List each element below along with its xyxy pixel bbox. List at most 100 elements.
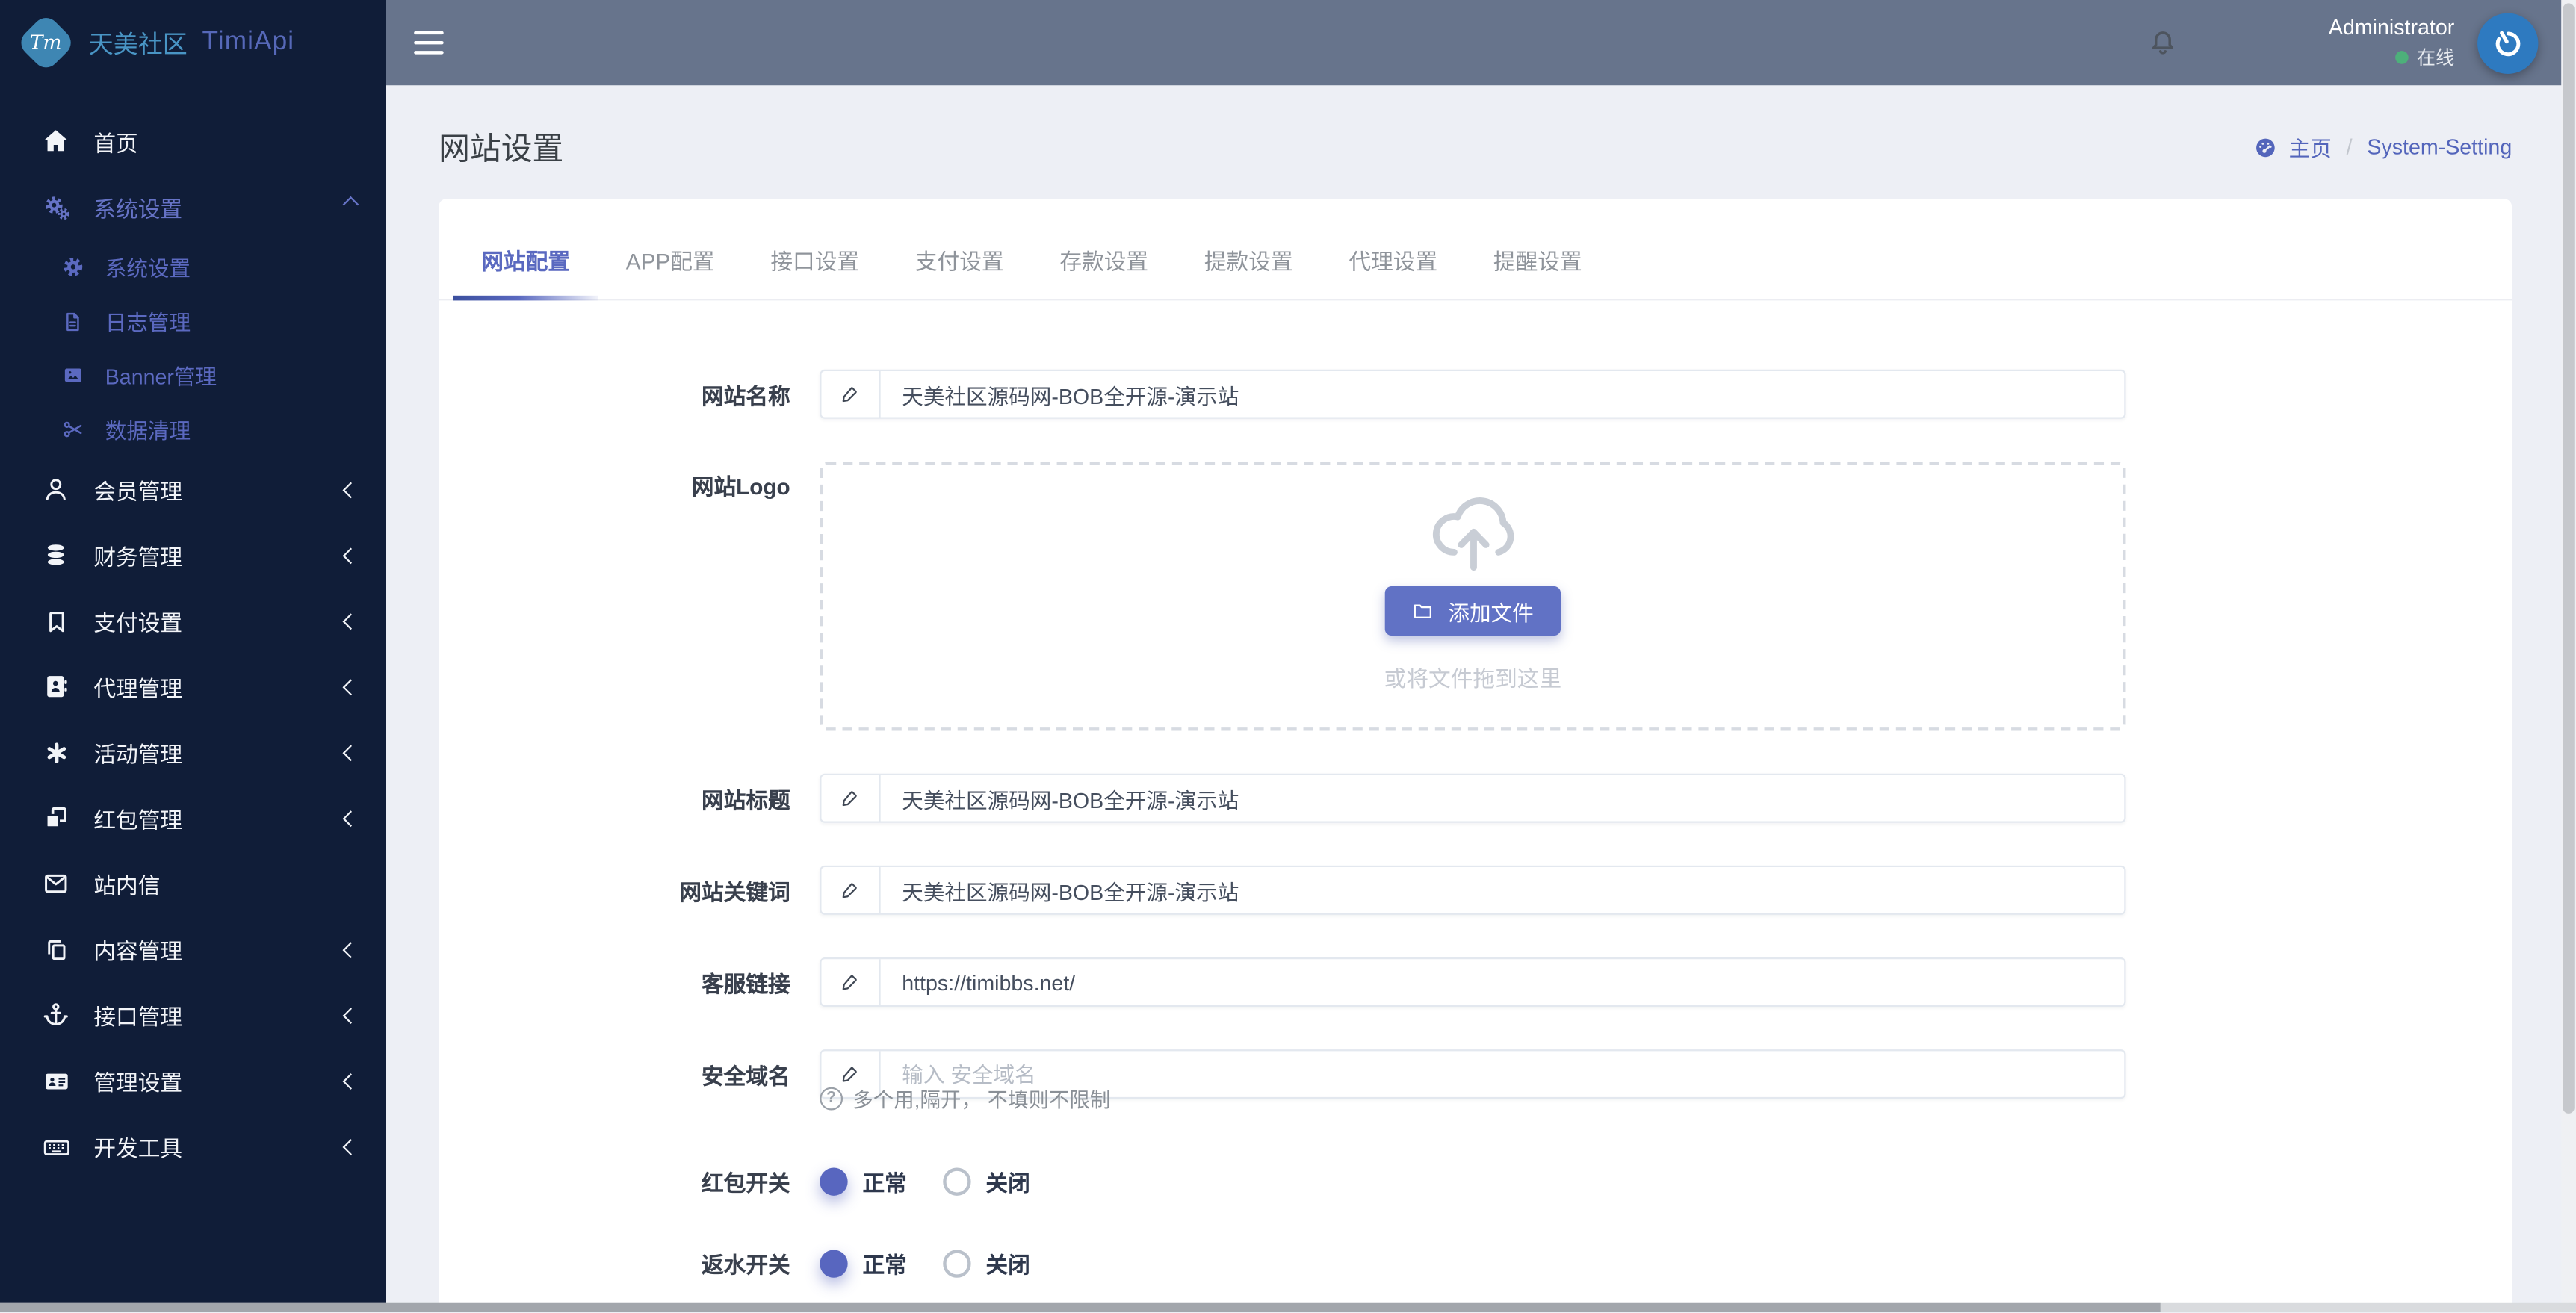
horizontal-scrollbar-thumb[interactable] bbox=[0, 1303, 2161, 1313]
chevron-down-icon bbox=[342, 195, 359, 212]
form-row-redpacket-switch: 红包开关 正常 关闭 bbox=[439, 1153, 2512, 1209]
sidebar-item-activities[interactable]: 活动管理 bbox=[0, 719, 386, 785]
form-row-site-title: 网站标题 bbox=[439, 773, 2512, 823]
main-area: Administrator 在线 网站设置 主页 / System-Settin… bbox=[386, 0, 2576, 1313]
tab-agent-settings[interactable]: 代理设置 bbox=[1321, 199, 1466, 299]
bell-icon[interactable] bbox=[2146, 25, 2181, 60]
chevron-left-icon bbox=[342, 810, 359, 826]
vertical-scrollbar[interactable] bbox=[2561, 0, 2576, 1313]
tab-withdraw-settings[interactable]: 提款设置 bbox=[1177, 199, 1322, 299]
admin-idcard-icon bbox=[40, 1065, 72, 1096]
brand[interactable]: Tm 天美社区 TimiApi bbox=[0, 0, 386, 85]
sidebar-item-members[interactable]: 会员管理 bbox=[0, 456, 386, 522]
hamburger-icon[interactable] bbox=[414, 31, 444, 55]
sidebar-item-site-mail[interactable]: 站内信 bbox=[0, 851, 386, 916]
chevron-left-icon bbox=[342, 1073, 359, 1089]
sidebar-subitem-log-management[interactable]: 日志管理 bbox=[0, 294, 386, 349]
mail-envelope-icon bbox=[40, 869, 72, 898]
username: Administrator bbox=[2328, 14, 2455, 40]
sidebar-nav: 首页 系统设置 系统设置 日志管理 Banner管理 数据清理 会员管理 财务管… bbox=[0, 85, 386, 1179]
tab-deposit-settings[interactable]: 存款设置 bbox=[1032, 199, 1177, 299]
breadcrumb-current: System-Setting bbox=[2367, 134, 2512, 160]
service-link-label: 客服链接 bbox=[701, 972, 790, 997]
site-title-input[interactable] bbox=[880, 775, 2125, 822]
rebate-off-option[interactable]: 关闭 bbox=[943, 1247, 1030, 1279]
horizontal-scrollbar[interactable] bbox=[0, 1303, 2576, 1313]
site-keywords-input[interactable] bbox=[880, 867, 2125, 913]
redpacket-normal-option[interactable]: 正常 bbox=[820, 1164, 907, 1197]
sidebar-item-redpackets[interactable]: 红包管理 bbox=[0, 785, 386, 851]
tab-payment-settings[interactable]: 支付设置 bbox=[887, 199, 1032, 299]
vertical-scrollbar-thumb[interactable] bbox=[2563, 3, 2575, 1114]
log-file-icon bbox=[59, 310, 85, 333]
sidebar-subitem-system-settings[interactable]: 系统设置 bbox=[0, 240, 386, 294]
radio-off-icon[interactable] bbox=[943, 1249, 971, 1277]
sidebar-item-api[interactable]: 接口管理 bbox=[0, 982, 386, 1048]
add-file-button[interactable]: 添加文件 bbox=[1385, 586, 1560, 636]
chevron-left-icon bbox=[342, 612, 359, 630]
chevron-left-icon bbox=[342, 941, 359, 957]
content-area: 网站设置 主页 / System-Setting 网站配置 APP配置 接口设置… bbox=[386, 85, 2576, 1313]
form-row-service-link: 客服链接 bbox=[439, 957, 2512, 1007]
radio-on-icon[interactable] bbox=[820, 1249, 848, 1277]
logout-power-button[interactable] bbox=[2477, 12, 2539, 73]
chevron-left-icon bbox=[342, 1138, 359, 1155]
question-circle-icon: ? bbox=[820, 1086, 843, 1110]
sidebar-subitem-banner-management[interactable]: Banner管理 bbox=[0, 348, 386, 403]
app-window: Tm 天美社区 TimiApi 首页 系统设置 系统设置 日志管理 Banner… bbox=[0, 0, 2576, 1313]
page-title: 网站设置 bbox=[439, 133, 564, 168]
sidebar-item-content[interactable]: 内容管理 bbox=[0, 916, 386, 982]
radio-off-icon[interactable] bbox=[943, 1167, 971, 1195]
pencil-icon bbox=[821, 370, 881, 418]
finance-database-icon bbox=[40, 540, 72, 570]
home-icon bbox=[40, 126, 72, 156]
sidebar-item-devtools[interactable]: 开发工具 bbox=[0, 1114, 386, 1179]
site-keywords-label: 网站关键词 bbox=[679, 880, 790, 905]
rebate-normal-option[interactable]: 正常 bbox=[820, 1247, 907, 1279]
topbar: Administrator 在线 bbox=[386, 0, 2576, 86]
online-status: 在线 bbox=[2416, 49, 2455, 69]
banner-image-icon bbox=[59, 363, 85, 388]
chevron-left-icon bbox=[342, 547, 359, 564]
folder-icon bbox=[1414, 604, 1433, 618]
tab-site-config[interactable]: 网站配置 bbox=[453, 199, 598, 301]
sidebar-item-home[interactable]: 首页 bbox=[0, 108, 386, 174]
user-info[interactable]: Administrator 在线 bbox=[2329, 15, 2454, 71]
redpacket-switch-label: 红包开关 bbox=[701, 1170, 790, 1196]
breadcrumb: 主页 / System-Setting bbox=[2253, 131, 2512, 163]
site-name-input[interactable] bbox=[880, 370, 2125, 418]
tab-reminder-settings[interactable]: 提醒设置 bbox=[1466, 199, 1611, 299]
tab-api-settings[interactable]: 接口设置 bbox=[743, 199, 888, 299]
redpacket-off-option[interactable]: 关闭 bbox=[943, 1164, 1030, 1197]
form-row-rebate-switch: 返水开关 正常 关闭 bbox=[439, 1235, 2512, 1291]
brand-name-zh: 天美社区 bbox=[88, 30, 188, 59]
member-user-icon bbox=[40, 475, 72, 505]
payment-bookmark-icon bbox=[40, 607, 72, 635]
brand-badge: Tm bbox=[16, 12, 76, 73]
form-row-site-logo: 网站Logo 添加文件 或将文件拖到这里 bbox=[439, 461, 2512, 731]
site-title-label: 网站标题 bbox=[701, 788, 790, 813]
gear-icon bbox=[59, 255, 85, 279]
brand-name-en: TimiApi bbox=[202, 28, 295, 56]
secure-domain-label: 安全域名 bbox=[701, 1064, 790, 1089]
sidebar-item-admin-settings[interactable]: 管理设置 bbox=[0, 1048, 386, 1114]
rebate-switch-label: 返水开关 bbox=[701, 1253, 790, 1278]
sidebar-item-agents[interactable]: 代理管理 bbox=[0, 654, 386, 719]
service-link-input[interactable] bbox=[880, 959, 2125, 1005]
breadcrumb-home-link[interactable]: 主页 bbox=[2253, 131, 2332, 163]
chevron-left-icon bbox=[342, 1007, 359, 1023]
devtools-keyboard-icon bbox=[40, 1131, 72, 1162]
agent-addressbook-icon bbox=[40, 671, 72, 701]
site-settings-form: 网站名称 天美社区源码网-BOB全开源-演示站 网站Logo 添加文件 或将文件… bbox=[439, 300, 2512, 1291]
sidebar: Tm 天美社区 TimiApi 首页 系统设置 系统设置 日志管理 Banner… bbox=[0, 0, 386, 1313]
sidebar-item-finance[interactable]: 财务管理 bbox=[0, 522, 386, 588]
sidebar-subitem-data-cleanup[interactable]: 数据清理 bbox=[0, 403, 386, 457]
radio-on-icon[interactable] bbox=[820, 1167, 848, 1195]
settings-card: 网站配置 APP配置 接口设置 支付设置 存款设置 提款设置 代理设置 提醒设置… bbox=[439, 199, 2512, 1313]
sidebar-item-payment-settings[interactable]: 支付设置 bbox=[0, 588, 386, 654]
tab-app-config[interactable]: APP配置 bbox=[598, 199, 743, 299]
pencil-icon bbox=[821, 959, 881, 1005]
chevron-left-icon bbox=[342, 744, 359, 761]
sidebar-item-system-settings[interactable]: 系统设置 bbox=[0, 174, 386, 240]
logo-upload-dropzone[interactable]: 添加文件 或将文件拖到这里 bbox=[820, 461, 2126, 731]
